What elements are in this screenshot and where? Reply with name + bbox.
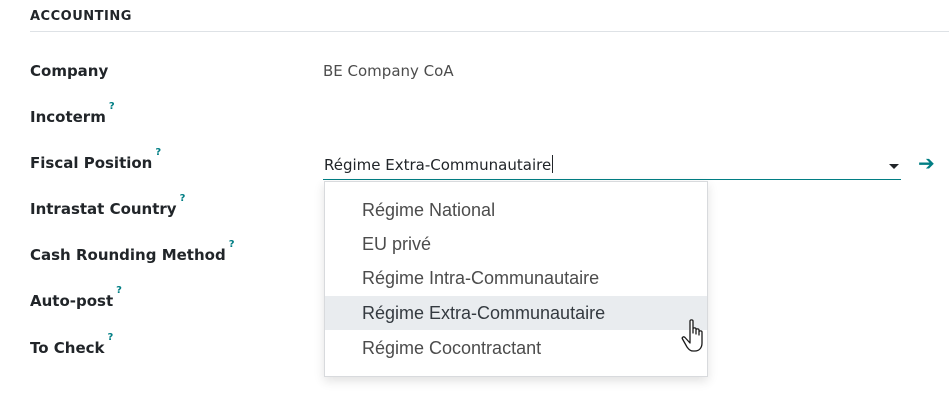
fiscal-position-help-icon[interactable]: ? — [155, 147, 161, 158]
fiscal-position-input-value[interactable]: Régime Extra-Communautaire — [324, 155, 554, 174]
arrow-right-icon[interactable]: ➔ — [918, 151, 935, 175]
dropdown-option-regime-cocontractant[interactable]: Régime Cocontractant — [325, 331, 707, 365]
auto-post-label: Auto-post? — [30, 285, 122, 310]
incoterm-help-icon[interactable]: ? — [109, 101, 115, 112]
company-value: BE Company CoA — [323, 62, 454, 80]
intrastat-country-help-icon[interactable]: ? — [180, 193, 186, 204]
to-check-label-text: To Check — [30, 339, 105, 357]
fiscal-position-input[interactable]: Régime Extra-Communautaire — [323, 152, 901, 180]
cash-rounding-method-help-icon[interactable]: ? — [229, 239, 235, 250]
text-caret — [552, 155, 554, 173]
incoterm-label-text: Incoterm — [30, 108, 106, 126]
fiscal-position-dropdown-menu: Régime National EU privé Régime Intra-Co… — [324, 181, 708, 377]
fiscal-position-label-text: Fiscal Position — [30, 154, 153, 172]
section-title: ACCOUNTING — [30, 9, 132, 24]
company-label-text: Company — [30, 62, 109, 80]
dropdown-option-regime-extra-communautaire[interactable]: Régime Extra-Communautaire — [325, 296, 707, 330]
intrastat-country-label-text: Intrastat Country — [30, 200, 177, 218]
auto-post-label-text: Auto-post — [30, 292, 114, 310]
to-check-help-icon[interactable]: ? — [108, 332, 114, 343]
dropdown-option-eu-prive[interactable]: EU privé — [325, 227, 707, 261]
to-check-label: To Check? — [30, 332, 113, 357]
cash-rounding-method-label: Cash Rounding Method? — [30, 239, 235, 264]
pointer-hand-cursor-icon — [681, 319, 703, 352]
cash-rounding-method-label-text: Cash Rounding Method — [30, 246, 226, 264]
intrastat-country-label: Intrastat Country? — [30, 193, 185, 218]
dropdown-option-regime-intra-communautaire[interactable]: Régime Intra-Communautaire — [325, 261, 707, 295]
caret-down-icon[interactable] — [889, 164, 899, 169]
dropdown-option-regime-national[interactable]: Régime National — [325, 193, 707, 227]
fiscal-position-label: Fiscal Position? — [30, 147, 161, 172]
auto-post-help-icon[interactable]: ? — [116, 285, 122, 296]
company-label: Company — [30, 62, 108, 80]
incoterm-label: Incoterm? — [30, 101, 115, 126]
section-divider — [30, 31, 949, 32]
fiscal-position-input-text: Régime Extra-Communautaire — [324, 156, 552, 174]
